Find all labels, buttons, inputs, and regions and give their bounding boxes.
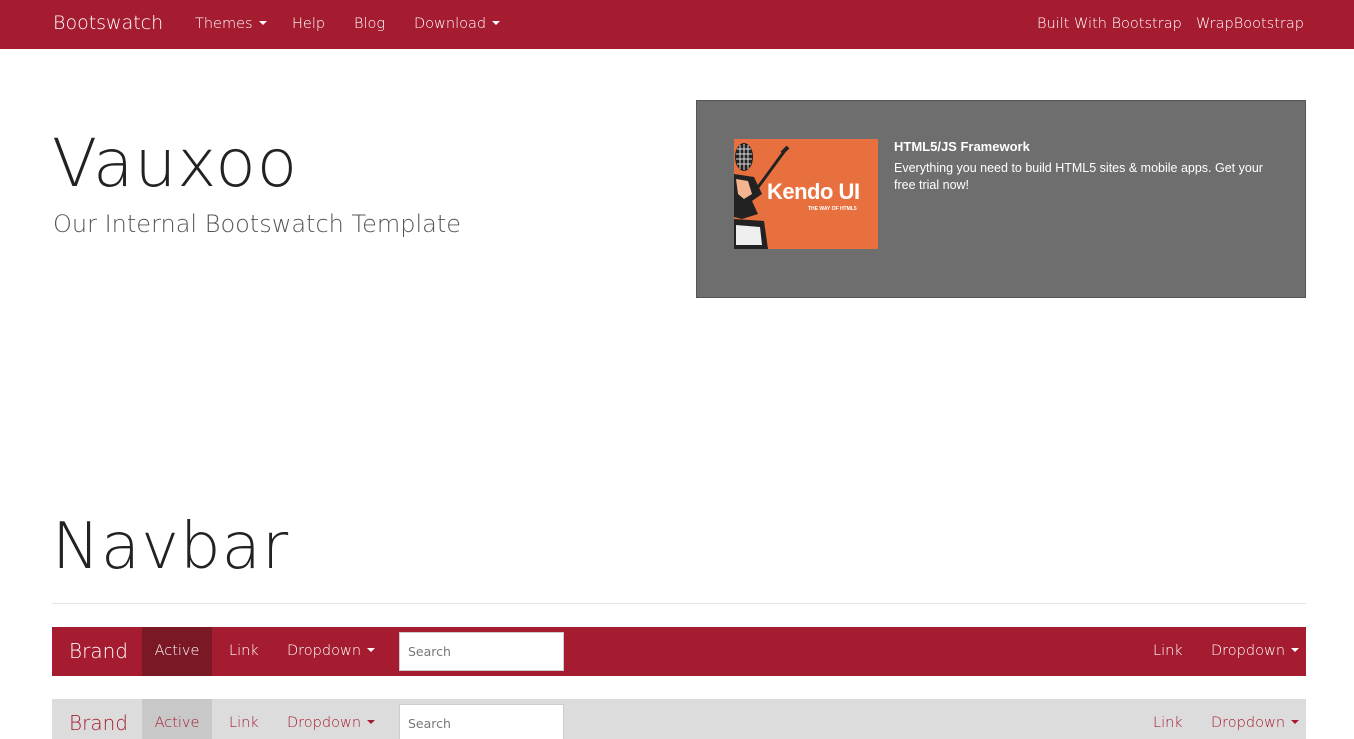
- ad-image-text: Kendo UI: [767, 179, 860, 204]
- caret-down-icon: [492, 21, 501, 25]
- page-subtitle: Our Internal Bootswatch Template: [53, 210, 462, 238]
- demo-navbar-right-dropdown[interactable]: Dropdown: [1211, 699, 1300, 739]
- ad-text[interactable]: Everything you need to build HTML5 sites…: [894, 160, 1274, 194]
- nav-themes-dropdown[interactable]: Themes: [195, 0, 267, 49]
- nav-blog-link[interactable]: Blog: [354, 0, 385, 49]
- caret-down-icon: [367, 648, 376, 652]
- demo-navbar-dropdown-label: Dropdown: [287, 643, 362, 659]
- ad-title[interactable]: HTML5/JS Framework: [894, 139, 1030, 154]
- demo-navbar-right-link[interactable]: Link: [1153, 699, 1183, 739]
- demo-navbar-inverse: Brand Active Link Dropdown Link Dropdown: [52, 699, 1306, 739]
- demo-navbar-right-dropdown-label: Dropdown: [1211, 643, 1286, 659]
- demo-navbar-brand[interactable]: Brand: [69, 699, 128, 739]
- nav-download-dropdown[interactable]: Download: [414, 0, 501, 49]
- demo-navbar-right-link[interactable]: Link: [1153, 627, 1183, 676]
- nav-built-with-bootstrap-link[interactable]: Built With Bootstrap: [1037, 0, 1182, 49]
- demo-navbar-brand[interactable]: Brand: [69, 627, 128, 676]
- ad-image[interactable]: Kendo UI THE WAY OF HTML5: [734, 139, 878, 249]
- ad-image-tagline: THE WAY OF HTML5: [808, 206, 857, 212]
- demo-navbar-active-item[interactable]: Active: [142, 627, 212, 676]
- demo-navbar-search-input[interactable]: [399, 704, 564, 739]
- caret-down-icon: [1291, 648, 1300, 652]
- page-title: Vauxoo: [52, 125, 299, 202]
- caret-down-icon: [367, 720, 376, 724]
- demo-navbar-right-dropdown[interactable]: Dropdown: [1211, 627, 1300, 676]
- demo-navbar-dropdown[interactable]: Dropdown: [287, 627, 376, 676]
- demo-navbar-default: Brand Active Link Dropdown Link Dropdown: [52, 627, 1306, 676]
- top-navbar: Bootswatch Themes Help Blog Download Bui…: [0, 0, 1354, 49]
- caret-down-icon: [1291, 720, 1300, 724]
- section-title: Navbar: [52, 510, 290, 584]
- ad-banner[interactable]: Kendo UI THE WAY OF HTML5 HTML5/JS Frame…: [696, 100, 1306, 298]
- nav-wrapbootstrap-link[interactable]: WrapBootstrap: [1196, 0, 1304, 49]
- demo-navbar-dropdown[interactable]: Dropdown: [287, 699, 376, 739]
- caret-down-icon: [258, 21, 267, 25]
- section-divider: [52, 603, 1306, 604]
- nav-themes-label: Themes: [195, 16, 253, 32]
- demo-navbar-link[interactable]: Link: [229, 627, 259, 676]
- demo-navbar-link[interactable]: Link: [229, 699, 259, 739]
- demo-navbar-search-input[interactable]: [399, 632, 564, 671]
- demo-navbar-dropdown-label: Dropdown: [287, 715, 362, 731]
- demo-navbar-right-dropdown-label: Dropdown: [1211, 715, 1286, 731]
- demo-navbar-active-item[interactable]: Active: [142, 699, 212, 739]
- navbar-brand[interactable]: Bootswatch: [53, 0, 163, 49]
- nav-download-label: Download: [414, 16, 487, 32]
- nav-help-link[interactable]: Help: [292, 0, 325, 49]
